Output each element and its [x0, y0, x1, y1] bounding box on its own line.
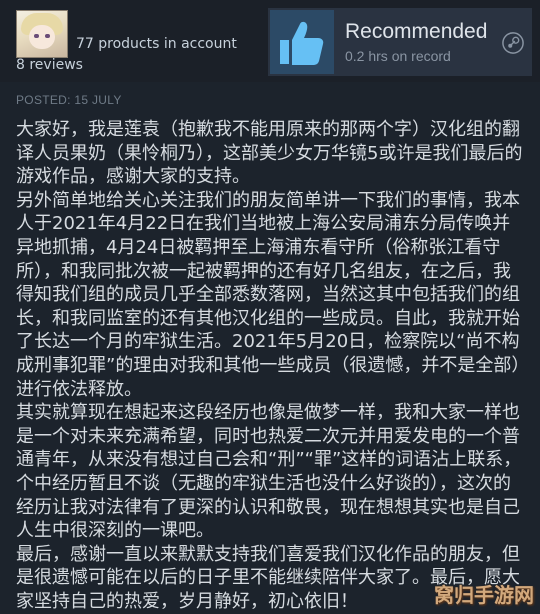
review-paragraph: 另外简单地给关心关注我们的朋友简单讲一下我们的事情，我本人于2021年4月22日…: [16, 189, 521, 400]
review-body: 大家好，我是莲袁（抱歉我不能用原来的那两个字）汉化组的翻译人员果奶（果怜桐乃），…: [16, 118, 526, 613]
thumbs-up-icon: [270, 10, 334, 74]
steam-icon: [502, 32, 524, 54]
watermark: 窝归手游网: [434, 583, 534, 607]
recommended-label: Recommended: [345, 20, 488, 43]
review-header: 77 products in account 8 reviews Recomme…: [0, 0, 540, 82]
hours-on-record: 0.2 hrs on record: [345, 48, 451, 64]
posted-date: POSTED: 15 JULY: [16, 93, 122, 107]
reviews-count[interactable]: 8 reviews: [16, 57, 83, 73]
avatar[interactable]: [16, 10, 68, 58]
products-in-account[interactable]: 77 products in account: [76, 36, 237, 52]
review-paragraph: 其实就算现在想起来这段经历也像是做梦一样，我和大家一样也是一个对未来充满希望，同…: [16, 402, 522, 542]
review-paragraph: 大家好，我是莲袁（抱歉我不能用原来的那两个字）汉化组的翻译人员果奶（果怜桐乃），…: [16, 119, 523, 188]
